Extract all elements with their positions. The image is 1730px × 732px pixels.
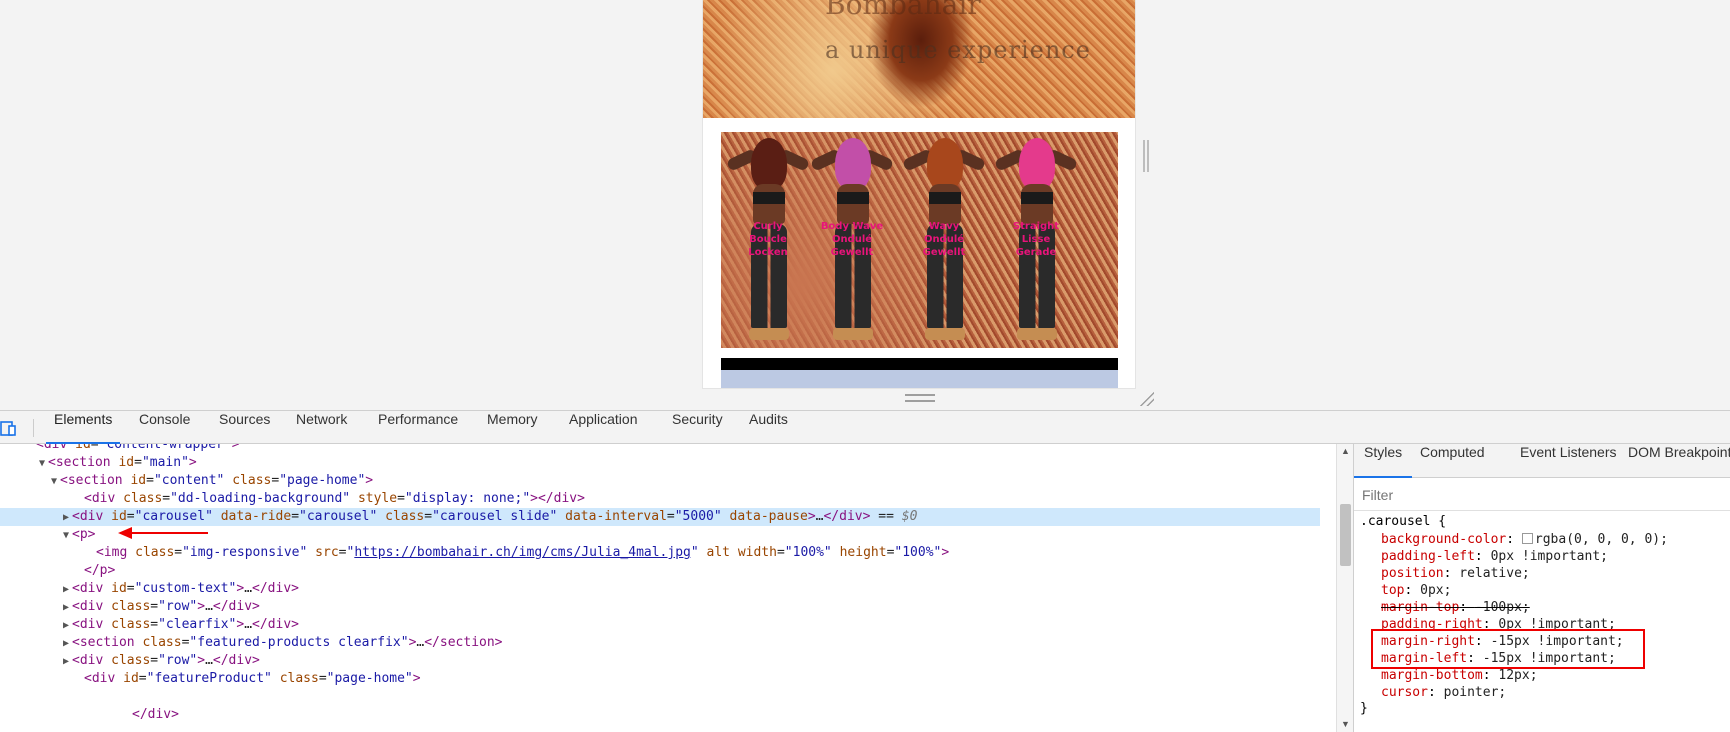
dom-node[interactable]: ▼ <section id="content" class="page-home"… (0, 472, 1320, 490)
css-rule-closing-brace: } (1360, 701, 1368, 716)
css-rule-carousel[interactable]: .carousel { background-color: rgba(0, 0,… (1354, 511, 1730, 732)
css-declaration-margin-top[interactable]: margin-top: -100px; (1381, 599, 1530, 616)
dom-node[interactable]: ▶ <section class="featured-products clear… (0, 634, 1320, 652)
scroll-up-arrow-icon[interactable]: ▲ (1340, 446, 1351, 456)
dom-node[interactable]: ▶ <div id="custom-text">…</div> (0, 580, 1320, 598)
next-section-image (721, 370, 1118, 388)
dom-node[interactable]: </p> (0, 562, 1320, 580)
red-annotation-arrow (118, 527, 208, 539)
toolbar-separator (33, 419, 34, 437)
tab-console[interactable]: Console (131, 411, 198, 444)
color-swatch-icon[interactable] (1521, 533, 1533, 544)
viewport-side-resize-handle[interactable] (1143, 140, 1149, 172)
banner-brand-text: Bombahair (825, 0, 981, 21)
tab-security[interactable]: Security (664, 411, 731, 444)
dom-node[interactable]: <div id="featureProduct" class="page-hom… (0, 670, 1320, 688)
elements-dom-tree[interactable]: <div id="content-wrapper"> ▼ <section id="… (0, 444, 1336, 732)
styles-filter-bar (1354, 479, 1730, 511)
carousel-divider-bar (721, 358, 1118, 370)
carousel-model: Body Wave Ondulé Gewellt (805, 132, 899, 348)
dom-node[interactable]: <div id="content-wrapper"> (0, 444, 1320, 454)
carousel-image[interactable]: Curly Boucle Locken Body Wave Ondulé Gewe… (721, 132, 1118, 348)
device-toolbar-icon[interactable] (0, 419, 18, 437)
css-declaration-margin-bottom[interactable]: margin-bottom: 12px; (1381, 667, 1538, 684)
model-label: Body Wave Ondulé Gewellt (820, 221, 884, 258)
carousel-model: Wavy Ondulé Gewellt (897, 132, 991, 348)
styles-tab-event-listeners[interactable]: Event Listeners (1510, 444, 1627, 478)
dom-node[interactable]: ▼ <section id="main"> (0, 454, 1320, 472)
devtools-toolbar: Elements Console Sources Network Performance… (0, 410, 1730, 444)
tab-memory[interactable]: Memory (479, 411, 546, 444)
styles-pane-tabs: Styles Computed Event Listeners DOM Breakpo… (1354, 444, 1730, 478)
scroll-down-arrow-icon[interactable]: ▼ (1340, 719, 1351, 729)
styles-tab-dom-breakpoints[interactable]: DOM Breakpoints (1618, 444, 1730, 478)
banner-tagline-text: a unique experience (825, 36, 1091, 64)
tab-network[interactable]: Network (288, 411, 355, 444)
carousel-model: Curly Boucle Locken (721, 132, 815, 348)
viewport-corner-resize-handle[interactable] (1138, 390, 1154, 406)
css-declaration-cursor[interactable]: cursor: pointer; (1381, 684, 1506, 701)
model-label: Straight Lisse Gerade (1012, 221, 1060, 258)
tab-performance[interactable]: Performance (370, 411, 466, 444)
elements-scrollbar[interactable]: ▲ ▼ (1336, 444, 1353, 732)
viewport-bottom-resize-handle[interactable] (905, 394, 935, 402)
css-selector[interactable]: .carousel { (1360, 513, 1446, 530)
dom-node[interactable]: </div> (0, 706, 1320, 724)
model-label: Wavy Ondulé Gewellt (922, 221, 966, 258)
tab-application[interactable]: Application (561, 411, 646, 444)
tab-elements[interactable]: Elements (46, 411, 121, 444)
website-preview[interactable]: Bombahair a unique experience Curly Bouc… (703, 0, 1135, 388)
elements-scroll-thumb[interactable] (1340, 504, 1351, 566)
styles-filter-input[interactable] (1362, 485, 1722, 505)
tab-sources[interactable]: Sources (211, 411, 278, 444)
dom-node-selected[interactable]: ▶ <div id="carousel" data-ride="carousel"… (0, 508, 1320, 526)
styles-tab-styles[interactable]: Styles (1354, 444, 1413, 478)
dom-node[interactable]: ▶ <div class="clearfix">…</div> (0, 616, 1320, 634)
header-banner: Bombahair a unique experience (703, 0, 1135, 118)
styles-pane: Styles Computed Event Listeners DOM Breakpo… (1353, 444, 1730, 732)
css-declaration-top[interactable]: top: 0px; (1381, 582, 1451, 599)
carousel-model: Straight Lisse Gerade (989, 132, 1083, 348)
dom-node[interactable]: <img class="img-responsive" src="https:/… (0, 544, 1320, 562)
page-viewport: Bombahair a unique experience Curly Bouc… (0, 0, 1730, 410)
red-highlight-box (1371, 629, 1645, 669)
css-declaration-padding-left[interactable]: padding-left: 0px !important; (1381, 548, 1608, 565)
model-label: Curly Boucle Locken (748, 221, 788, 258)
dom-node[interactable]: ▶ <div class="row">…</div> (0, 598, 1320, 616)
css-declaration-background-color[interactable]: background-color: rgba(0, 0, 0, 0); (1381, 531, 1668, 548)
tab-audits[interactable]: Audits (741, 411, 796, 444)
styles-tab-computed[interactable]: Computed (1410, 444, 1495, 478)
css-declaration-position[interactable]: position: relative; (1381, 565, 1530, 582)
dom-node[interactable]: <div class="dd-loading-background" style… (0, 490, 1320, 508)
dom-node[interactable] (0, 688, 1320, 706)
dom-node[interactable]: ▶ <div class="row">…</div> (0, 652, 1320, 670)
